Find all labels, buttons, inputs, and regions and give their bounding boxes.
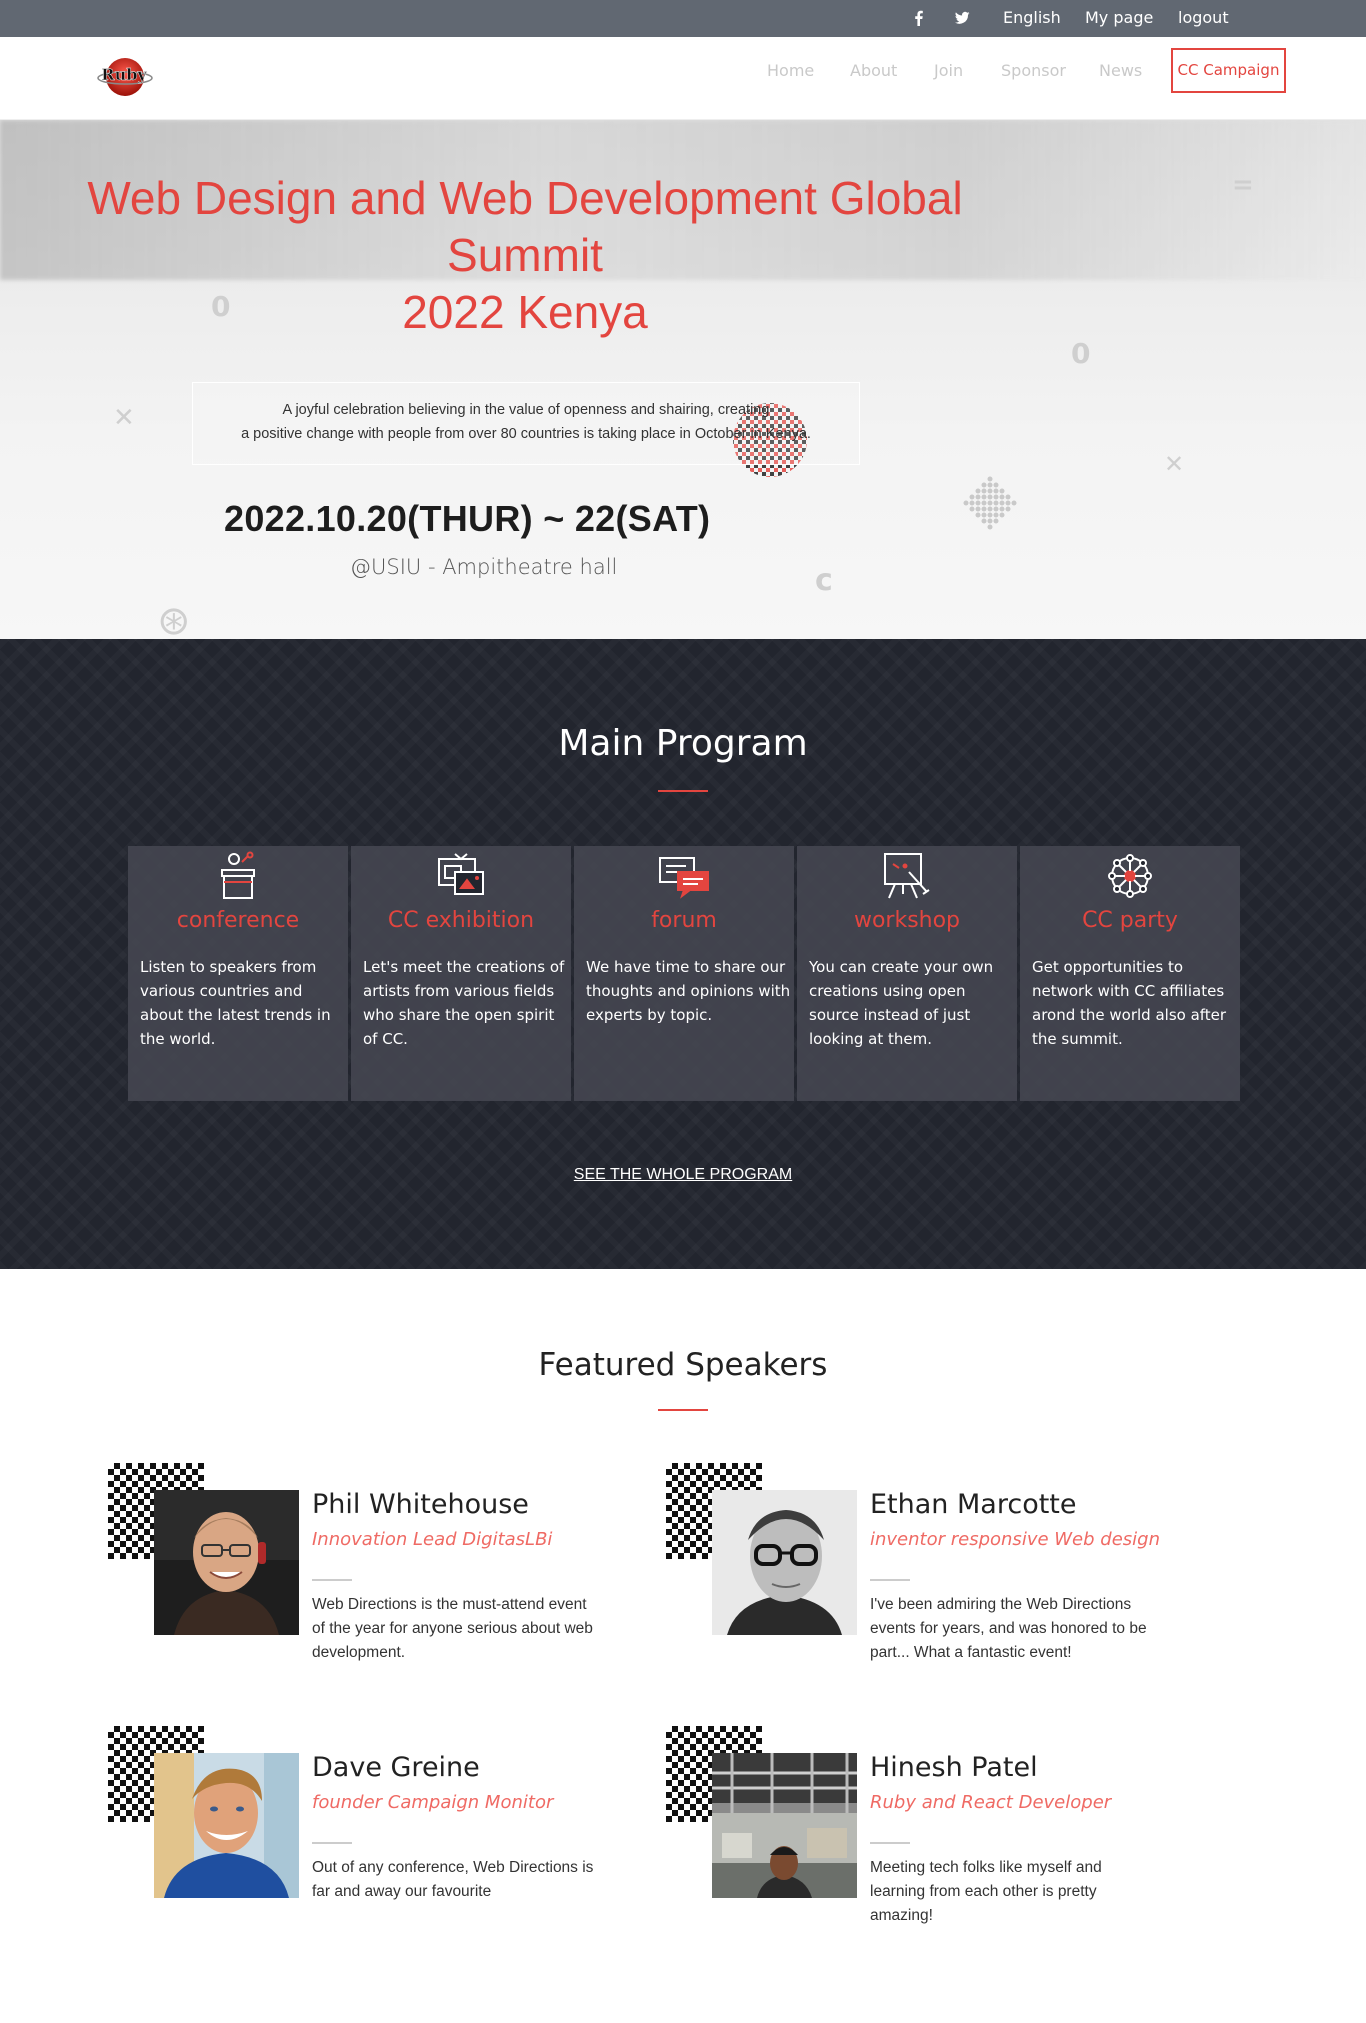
decor-cc-symbol: c [815,563,833,598]
svg-text:Ruby: Ruby [101,65,147,84]
speaker-name: Dave Greine [312,1752,480,1783]
speaker-photo [154,1753,299,1898]
podium-icon [221,851,255,899]
decor-circle-symbol: ⊛ [157,598,191,639]
see-whole-program-link[interactable]: SEE THE WHOLE PROGRAM [0,1166,1366,1184]
speaker-photo [154,1490,299,1635]
program-card-text: You can create your own creations using … [809,958,994,1048]
gallery-icon [438,853,484,895]
program-card-title: conference [176,908,300,933]
program-card-title: CC exhibition [387,908,535,933]
program-card-title: forum [651,908,717,933]
program-card-text: Let's meet the creations of artists from… [363,958,565,1048]
decor-dot-diamond [963,476,1017,530]
speaker-divider [312,1842,352,1844]
hero-title: Web Design and Web Development Global Su… [40,170,1010,341]
program-card-text: Listen to speakers from various countrie… [140,958,331,1048]
program-card-conference[interactable]: conference Listen to speakers from vario… [128,846,348,1101]
speaker-card[interactable]: Phil Whitehouse Innovation Lead DigitasL… [108,1463,628,1663]
program-card-party[interactable]: CC party Get opportunities to network wi… [1020,846,1240,1101]
nav-join[interactable]: Join [934,59,963,83]
speaker-divider [312,1579,352,1581]
language-link[interactable]: English [1003,0,1061,37]
chat-icon [659,857,709,899]
speaker-divider [870,1842,910,1844]
program-card-forum[interactable]: forum We have time to share our thoughts… [574,846,794,1101]
nav-news[interactable]: News [1099,59,1142,83]
hero-description: A joyful celebration believing in the va… [192,382,860,465]
program-card-title: CC party [1082,908,1178,933]
nav-sponsor[interactable]: Sponsor [1001,59,1066,83]
hero-section: 0 0 c ✕ ✕ = ⊛ Web Design and Web Develop… [0,120,1366,639]
program-card-title: workshop [853,908,961,933]
header: Ruby Home About Join Sponsor News CC Cam… [0,37,1366,120]
cc-campaign-button[interactable]: CC Campaign [1171,48,1286,93]
speaker-name: Hinesh Patel [870,1752,1038,1783]
event-venue: @USIU - Ampitheatre hall [350,555,618,579]
event-date: 2022.10.20(THUR) ~ 22(SAT) [224,498,711,539]
title-underline [658,790,708,792]
ruby-logo[interactable]: Ruby [95,53,153,99]
hero-description-line: a positive change with people from over … [241,426,811,442]
main-program-title: Main Program [558,723,808,764]
decor-x-mark: ✕ [113,403,135,433]
hero-description-line: A joyful celebration believing in the va… [282,402,770,418]
speaker-photo [712,1753,857,1898]
hero-title-line: 2022 Kenya [402,286,648,338]
program-card-exhibition[interactable]: CC exhibition Let's meet the creations o… [351,846,571,1101]
program-card-workshop[interactable]: workshop You can create your own creatio… [797,846,1017,1101]
speaker-photo [712,1490,857,1635]
speaker-card[interactable]: Ethan Marcotte inventor responsive Web d… [666,1463,1186,1663]
nav-about[interactable]: About [850,59,897,83]
hero-title-line: Web Design and Web Development Global [87,172,963,224]
speaker-quote: Meeting tech folks like myself and learn… [870,1859,1102,1924]
decor-x-mark: ✕ [1164,450,1185,478]
speaker-quote: Out of any conference, Web Directions is… [312,1859,594,1900]
mypage-link[interactable]: My page [1085,0,1153,37]
twitter-icon[interactable] [953,9,971,27]
decor-cc-symbol: 0 [1071,337,1091,370]
speaker-quote: Web Directions is the must-attend event … [312,1596,593,1661]
facebook-icon[interactable] [910,9,928,27]
speaker-role: inventor responsive Web design [870,1529,1160,1550]
speaker-role: founder Campaign Monitor [312,1792,554,1813]
speaker-role: Innovation Lead DigitasLBi [312,1529,553,1550]
decor-equals: = [1232,170,1254,200]
speaker-role: Ruby and React Developer [870,1792,1112,1813]
title-underline [658,1409,708,1411]
nav-home[interactable]: Home [767,59,814,83]
whiteboard-icon [884,853,930,899]
main-program-section: Main Program conference Listen to speake… [0,639,1366,1269]
program-card-text: We have time to share our thoughts and o… [586,958,791,1024]
program-card-text: Get opportunities to network with CC aff… [1032,958,1227,1048]
speaker-quote: I've been admiring the Web Directions ev… [870,1596,1147,1661]
speaker-name: Phil Whitehouse [312,1489,529,1520]
speaker-divider [870,1579,910,1581]
hero-title-line: Summit [447,229,603,281]
featured-speakers-title: Featured Speakers [538,1347,828,1383]
speaker-card[interactable]: Dave Greine founder Campaign Monitor Out… [108,1726,628,1926]
speaker-card[interactable]: Hinesh Patel Ruby and React Developer Me… [666,1726,1186,1926]
network-icon [1108,854,1152,898]
speaker-name: Ethan Marcotte [870,1489,1077,1520]
logout-link[interactable]: logout [1178,0,1229,37]
top-bar: English My page logout [0,0,1366,37]
